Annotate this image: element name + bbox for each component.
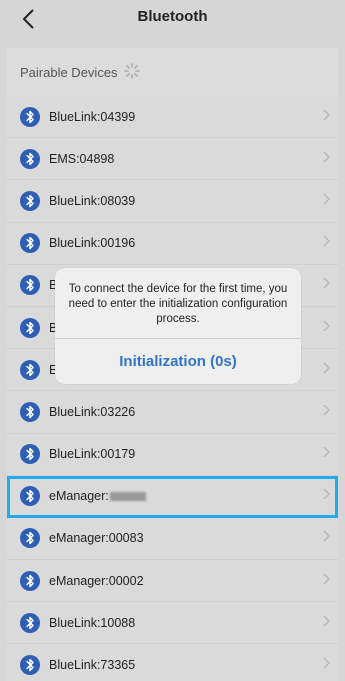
chevron-right-icon [323, 361, 330, 379]
device-name: BlueLink:00179 [49, 447, 136, 462]
nav-header: Bluetooth [7, 0, 338, 48]
device-name: eManager: [49, 489, 109, 504]
device-name: BlueLink:73365 [49, 658, 136, 673]
device-row[interactable]: BlueLink:10088 [7, 602, 338, 645]
bluetooth-icon [20, 444, 40, 465]
chevron-right-icon [323, 403, 330, 421]
device-name: BlueLink:00196 [49, 236, 136, 251]
device-row[interactable]: BlueLink:00179 [7, 433, 338, 476]
bluetooth-icon [20, 612, 40, 633]
device-name: eManager:00083 [49, 531, 144, 546]
device-name: BlueLink:04399 [49, 109, 136, 124]
loading-spinner-icon [123, 62, 140, 82]
bluetooth-icon [20, 570, 40, 591]
device-name: BlueLink:08039 [49, 193, 136, 208]
device-name: BlueLink:03226 [49, 404, 136, 419]
device-list: BlueLink:04399 EMS:04898 BlueLink:08039 Blu… [7, 96, 338, 681]
bluetooth-icon [20, 190, 40, 211]
initialization-button[interactable]: Initialization (0s) [55, 339, 301, 384]
device-row[interactable]: BlueLink:08039 [7, 180, 338, 223]
bluetooth-screen: Bluetooth Pairable Devices BlueLink:0439… [7, 0, 338, 681]
bluetooth-icon [20, 233, 40, 254]
device-name: eManager:00002 [49, 573, 144, 588]
section-label: Pairable Devices [20, 64, 118, 80]
device-row[interactable]: EMS:04898 [7, 138, 338, 181]
device-row[interactable]: BlueLink:03226 [7, 391, 338, 434]
chevron-right-icon [323, 192, 330, 210]
redacted-id [109, 491, 146, 501]
chevron-right-icon [323, 234, 330, 252]
chevron-right-icon [323, 656, 330, 674]
device-row[interactable]: BlueLink:73365 [7, 644, 338, 681]
chevron-right-icon [323, 529, 330, 547]
bluetooth-icon [20, 655, 40, 676]
page-title: Bluetooth [137, 8, 208, 25]
device-row[interactable]: eManager:00002 [7, 560, 338, 603]
bluetooth-icon [20, 528, 40, 549]
chevron-right-icon [323, 276, 330, 294]
chevron-right-icon [323, 445, 330, 463]
device-name: BlueLink:10088 [49, 615, 136, 630]
bluetooth-icon [20, 317, 40, 338]
chevron-right-icon [323, 614, 330, 632]
chevron-right-icon [323, 150, 330, 168]
section-header: Pairable Devices [7, 52, 338, 92]
bluetooth-icon [20, 106, 40, 127]
chevron-right-icon [323, 319, 330, 337]
device-row[interactable]: eManager: [7, 475, 338, 518]
chevron-right-icon [323, 487, 330, 505]
device-row[interactable]: BlueLink:04399 [7, 96, 338, 139]
device-row[interactable]: eManager:00083 [7, 517, 338, 561]
bluetooth-icon [20, 148, 40, 169]
device-name: EMS:04898 [49, 151, 115, 166]
initialization-dialog: To connect the device for the first time… [55, 268, 301, 384]
chevron-right-icon [323, 108, 330, 126]
bluetooth-icon [20, 401, 40, 422]
bluetooth-icon [20, 486, 40, 507]
bluetooth-icon [20, 359, 40, 380]
device-row[interactable]: BlueLink:00196 [7, 222, 338, 265]
chevron-right-icon [323, 572, 330, 590]
dialog-message: To connect the device for the first time… [68, 283, 288, 325]
bluetooth-icon [20, 275, 40, 296]
